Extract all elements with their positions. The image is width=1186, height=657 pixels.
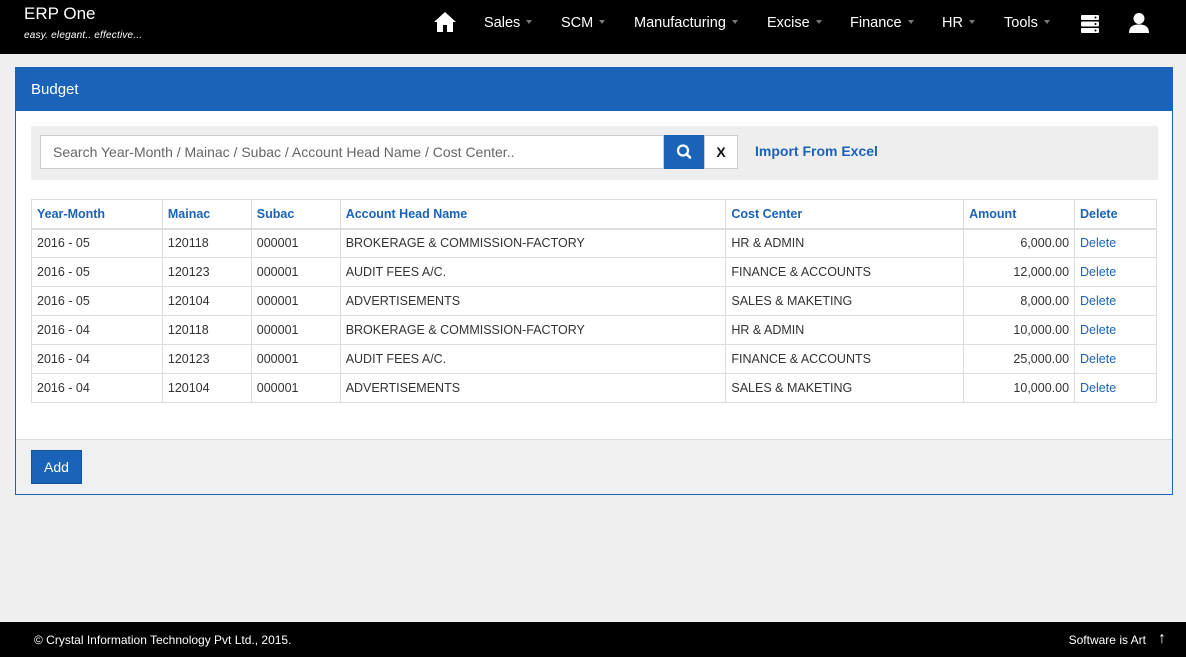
column-header-subac[interactable]: Subac — [250, 199, 341, 230]
delete-link[interactable]: Delete — [1074, 228, 1157, 258]
import-from-excel-link[interactable]: Import From Excel — [755, 143, 878, 159]
cell-subac: 000001 — [250, 228, 341, 258]
panel-title: Budget — [16, 68, 1172, 111]
cell-amount: 6,000.00 — [963, 228, 1076, 258]
search-input[interactable] — [40, 135, 664, 169]
nav-hr[interactable]: HR — [942, 15, 975, 31]
cell-subac: 000001 — [250, 344, 341, 374]
nav-excise-label: Excise — [767, 15, 810, 31]
brand[interactable]: ERP One easy. elegant.. effective... — [24, 4, 143, 42]
nav-hr-label: HR — [942, 15, 963, 31]
cell-year-month: 2016 - 04 — [31, 344, 163, 374]
cell-year-month: 2016 - 05 — [31, 228, 163, 258]
search-icon — [676, 144, 692, 159]
cell-cost-center: HR & ADMIN — [725, 315, 965, 345]
caret-down-icon — [968, 20, 975, 25]
caret-down-icon — [526, 20, 533, 25]
budget-panel: Budget X Import From Excel Year-Month Ma… — [15, 67, 1173, 495]
nav-sales-label: Sales — [484, 15, 521, 31]
table-row: 2016 - 05 120104 000001 ADVERTISEMENTS S… — [31, 286, 1157, 316]
cell-cost-center: SALES & MAKETING — [725, 373, 965, 403]
nav-finance[interactable]: Finance — [850, 15, 914, 31]
cell-account-head-name: AUDIT FEES A/C. — [339, 344, 727, 374]
database-icon[interactable] — [1080, 14, 1100, 34]
delete-link[interactable]: Delete — [1074, 373, 1157, 403]
page-footer: © Crystal Information Technology Pvt Ltd… — [0, 622, 1186, 657]
clear-search-button[interactable]: X — [704, 135, 738, 169]
column-header-account-head-name[interactable]: Account Head Name — [339, 199, 727, 230]
search-bar: X Import From Excel — [31, 126, 1158, 180]
nav-manufacturing-label: Manufacturing — [634, 15, 726, 31]
delete-link[interactable]: Delete — [1074, 286, 1157, 316]
column-header-amount[interactable]: Amount — [963, 199, 1076, 230]
cell-subac: 000001 — [250, 257, 341, 287]
budget-table: Year-Month Mainac Subac Account Head Nam… — [31, 199, 1157, 403]
column-header-mainac[interactable]: Mainac — [161, 199, 252, 230]
cell-account-head-name: BROKERAGE & COMMISSION-FACTORY — [339, 228, 727, 258]
delete-link[interactable]: Delete — [1074, 257, 1157, 287]
nav-scm[interactable]: SCM — [561, 15, 606, 31]
cell-mainac: 120104 — [161, 286, 252, 316]
table-row: 2016 - 04 120104 000001 ADVERTISEMENTS S… — [31, 373, 1157, 403]
nav-scm-label: SCM — [561, 15, 594, 31]
nav-manufacturing[interactable]: Manufacturing — [634, 15, 738, 31]
cell-amount: 25,000.00 — [963, 344, 1076, 374]
table-header-row: Year-Month Mainac Subac Account Head Nam… — [31, 199, 1157, 230]
column-header-year-month[interactable]: Year-Month — [31, 199, 163, 230]
cell-cost-center: FINANCE & ACCOUNTS — [725, 344, 965, 374]
panel-footer: Add — [16, 439, 1172, 494]
cell-amount: 8,000.00 — [963, 286, 1076, 316]
cell-year-month: 2016 - 04 — [31, 373, 163, 403]
table-row: 2016 - 04 120118 000001 BROKERAGE & COMM… — [31, 315, 1157, 345]
cell-subac: 000001 — [250, 315, 341, 345]
add-button[interactable]: Add — [31, 450, 82, 484]
footer-motto: Software is Art — [1068, 633, 1146, 647]
cell-account-head-name: ADVERTISEMENTS — [339, 373, 727, 403]
cell-mainac: 120118 — [161, 228, 252, 258]
column-header-delete: Delete — [1074, 199, 1157, 230]
nav-sales[interactable]: Sales — [484, 15, 533, 31]
cell-subac: 000001 — [250, 286, 341, 316]
cell-mainac: 120123 — [161, 257, 252, 287]
nav-tools[interactable]: Tools — [1004, 15, 1050, 31]
nav-excise[interactable]: Excise — [767, 15, 822, 31]
search-button[interactable] — [664, 135, 704, 169]
delete-link[interactable]: Delete — [1074, 315, 1157, 345]
app-name: ERP One — [24, 4, 96, 23]
cell-mainac: 120104 — [161, 373, 252, 403]
nav-tools-label: Tools — [1004, 15, 1038, 31]
caret-down-icon — [599, 20, 606, 25]
cell-year-month: 2016 - 05 — [31, 257, 163, 287]
cell-amount: 12,000.00 — [963, 257, 1076, 287]
table-row: 2016 - 04 120123 000001 AUDIT FEES A/C. … — [31, 344, 1157, 374]
user-icon[interactable] — [1128, 12, 1150, 34]
arrow-up-icon[interactable]: ↑ — [1158, 630, 1166, 648]
cell-cost-center: FINANCE & ACCOUNTS — [725, 257, 965, 287]
top-navbar: ERP One easy. elegant.. effective... Sal… — [0, 0, 1186, 54]
caret-down-icon — [731, 20, 738, 25]
cell-year-month: 2016 - 05 — [31, 286, 163, 316]
table-row: 2016 - 05 120123 000001 AUDIT FEES A/C. … — [31, 257, 1157, 287]
column-header-cost-center[interactable]: Cost Center — [725, 199, 965, 230]
cell-mainac: 120118 — [161, 315, 252, 345]
cell-mainac: 120123 — [161, 344, 252, 374]
cell-account-head-name: AUDIT FEES A/C. — [339, 257, 727, 287]
copyright-text: © Crystal Information Technology Pvt Ltd… — [34, 633, 292, 647]
cell-amount: 10,000.00 — [963, 315, 1076, 345]
cell-amount: 10,000.00 — [963, 373, 1076, 403]
home-icon[interactable] — [433, 11, 457, 33]
cell-cost-center: HR & ADMIN — [725, 228, 965, 258]
caret-down-icon — [907, 20, 914, 25]
cell-account-head-name: ADVERTISEMENTS — [339, 286, 727, 316]
caret-down-icon — [1043, 20, 1050, 25]
cell-subac: 000001 — [250, 373, 341, 403]
cell-account-head-name: BROKERAGE & COMMISSION-FACTORY — [339, 315, 727, 345]
table-row: 2016 - 05 120118 000001 BROKERAGE & COMM… — [31, 228, 1157, 258]
delete-link[interactable]: Delete — [1074, 344, 1157, 374]
caret-down-icon — [815, 20, 822, 25]
nav-finance-label: Finance — [850, 15, 902, 31]
app-tagline: easy. elegant.. effective... — [24, 30, 143, 41]
cell-year-month: 2016 - 04 — [31, 315, 163, 345]
cell-cost-center: SALES & MAKETING — [725, 286, 965, 316]
